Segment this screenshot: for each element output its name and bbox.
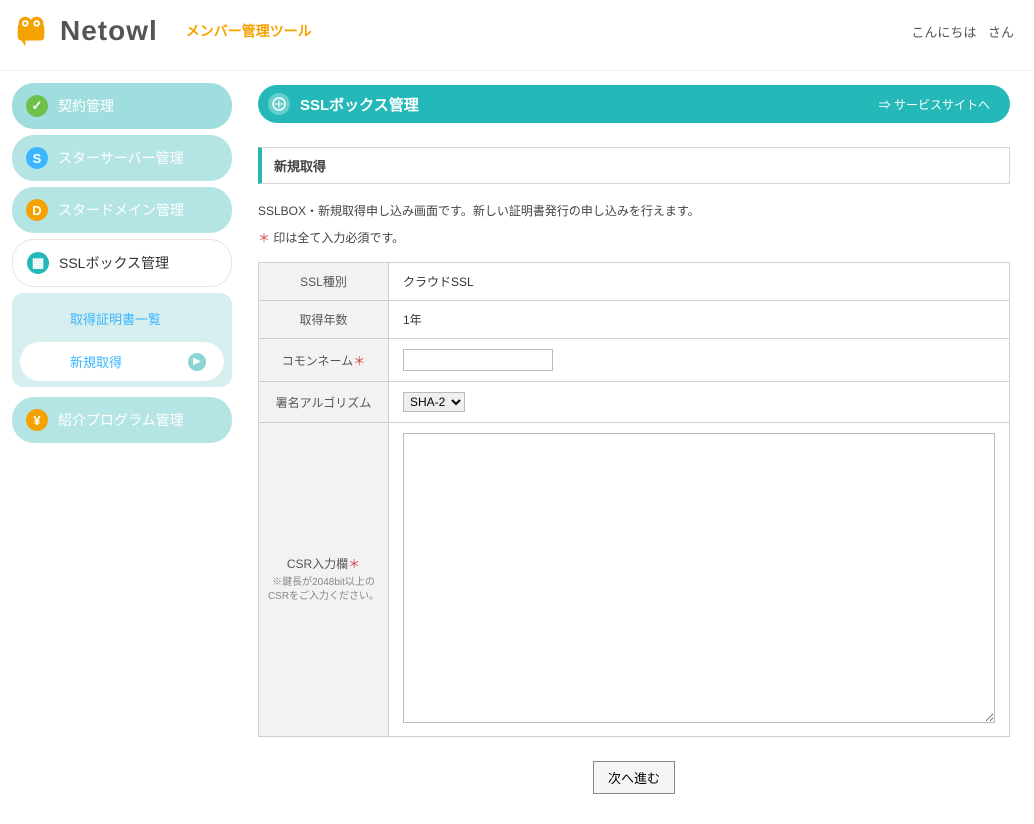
sidebar-sub-label: 新規取得 [70,352,122,371]
referral-icon: ¥ [26,409,48,431]
page-header-icon [268,93,290,115]
sidebar-item-stardomain[interactable]: D スタードメイン管理 [12,187,232,233]
page-header: SSLボックス管理 ⇒ サービスサイトへ [258,85,1010,123]
starserver-icon: S [26,147,48,169]
sidebar-item-sslbox[interactable]: ▦ SSLボックス管理 [12,239,232,287]
required-star-icon: ＊ [348,557,360,571]
sidebar-item-label: スターサーバー管理 [58,148,184,168]
form-table: SSL種別 クラウドSSL 取得年数 1年 コモンネーム＊ 署名アルゴリズム [258,262,1010,737]
brand-name: Netowl [60,15,158,47]
common-name-input[interactable] [403,349,553,371]
sidebar-item-label: 契約管理 [58,96,114,116]
page-title: SSLボックス管理 [300,94,419,115]
sidebar-sub-new[interactable]: 新規取得 ▶ [20,342,224,381]
required-note-text: 印は全て入力必須です。 [273,231,404,245]
csr-label: CSR入力欄＊ ※鍵長が2048bit以上のCSRをご入力ください。 [259,423,389,737]
sidebar-submenu: 取得証明書一覧 新規取得 ▶ [12,293,232,387]
greeting-suffix: さん [988,25,1014,40]
required-note: ＊ 印は全て入力必須です。 [258,229,1010,246]
greeting-username [980,25,988,40]
sidebar-sub-label: 取得証明書一覧 [70,309,161,328]
years-label: 取得年数 [259,301,389,339]
years-value: 1年 [389,301,1010,339]
brand-logo: Netowl [12,12,158,50]
ssl-type-value: クラウドSSL [389,263,1010,301]
required-star-icon: ＊ [258,231,270,245]
sslbox-icon: ▦ [27,252,49,274]
algorithm-label: 署名アルゴリズム [259,382,389,423]
sidebar-item-referral[interactable]: ¥ 紹介プログラム管理 [12,397,232,443]
common-name-label: コモンネーム＊ [259,339,389,382]
sidebar-sub-cert-list[interactable]: 取得証明書一覧 [20,299,224,338]
app-header: Netowl メンバー管理ツール こんにちは さん [0,0,1034,71]
csr-note: ※鍵長が2048bit以上のCSRをご入力ください。 [267,576,380,604]
owl-icon [12,12,50,50]
sidebar-item-starserver[interactable]: S スターサーバー管理 [12,135,232,181]
section-description: SSLBOX・新規取得申し込み画面です。新しい証明書発行の申し込みを行えます。 [258,202,1010,219]
algorithm-select[interactable]: SHA-2 [403,392,465,412]
sidebar: ✓ 契約管理 S スターサーバー管理 D スタードメイン管理 ▦ SSLボックス… [0,71,244,824]
greeting-prefix: こんにちは [911,25,976,40]
section-title: 新規取得 [258,147,1010,184]
main-content: SSLボックス管理 ⇒ サービスサイトへ 新規取得 SSLBOX・新規取得申し込… [244,71,1034,824]
greeting: こんにちは さん [911,22,1014,41]
service-site-link[interactable]: ⇒ サービスサイトへ [879,96,990,113]
sidebar-item-contract[interactable]: ✓ 契約管理 [12,83,232,129]
play-icon: ▶ [188,353,206,371]
required-star-icon: ＊ [353,354,365,368]
stardomain-icon: D [26,199,48,221]
sidebar-item-label: スタードメイン管理 [58,200,184,220]
brand-subtitle: メンバー管理ツール [186,21,312,41]
sidebar-item-label: 紹介プログラム管理 [58,410,184,430]
contract-icon: ✓ [26,95,48,117]
sidebar-item-label: SSLボックス管理 [59,253,169,273]
ssl-type-label: SSL種別 [259,263,389,301]
csr-textarea[interactable] [403,433,995,723]
next-button[interactable]: 次へ進む [593,761,675,794]
